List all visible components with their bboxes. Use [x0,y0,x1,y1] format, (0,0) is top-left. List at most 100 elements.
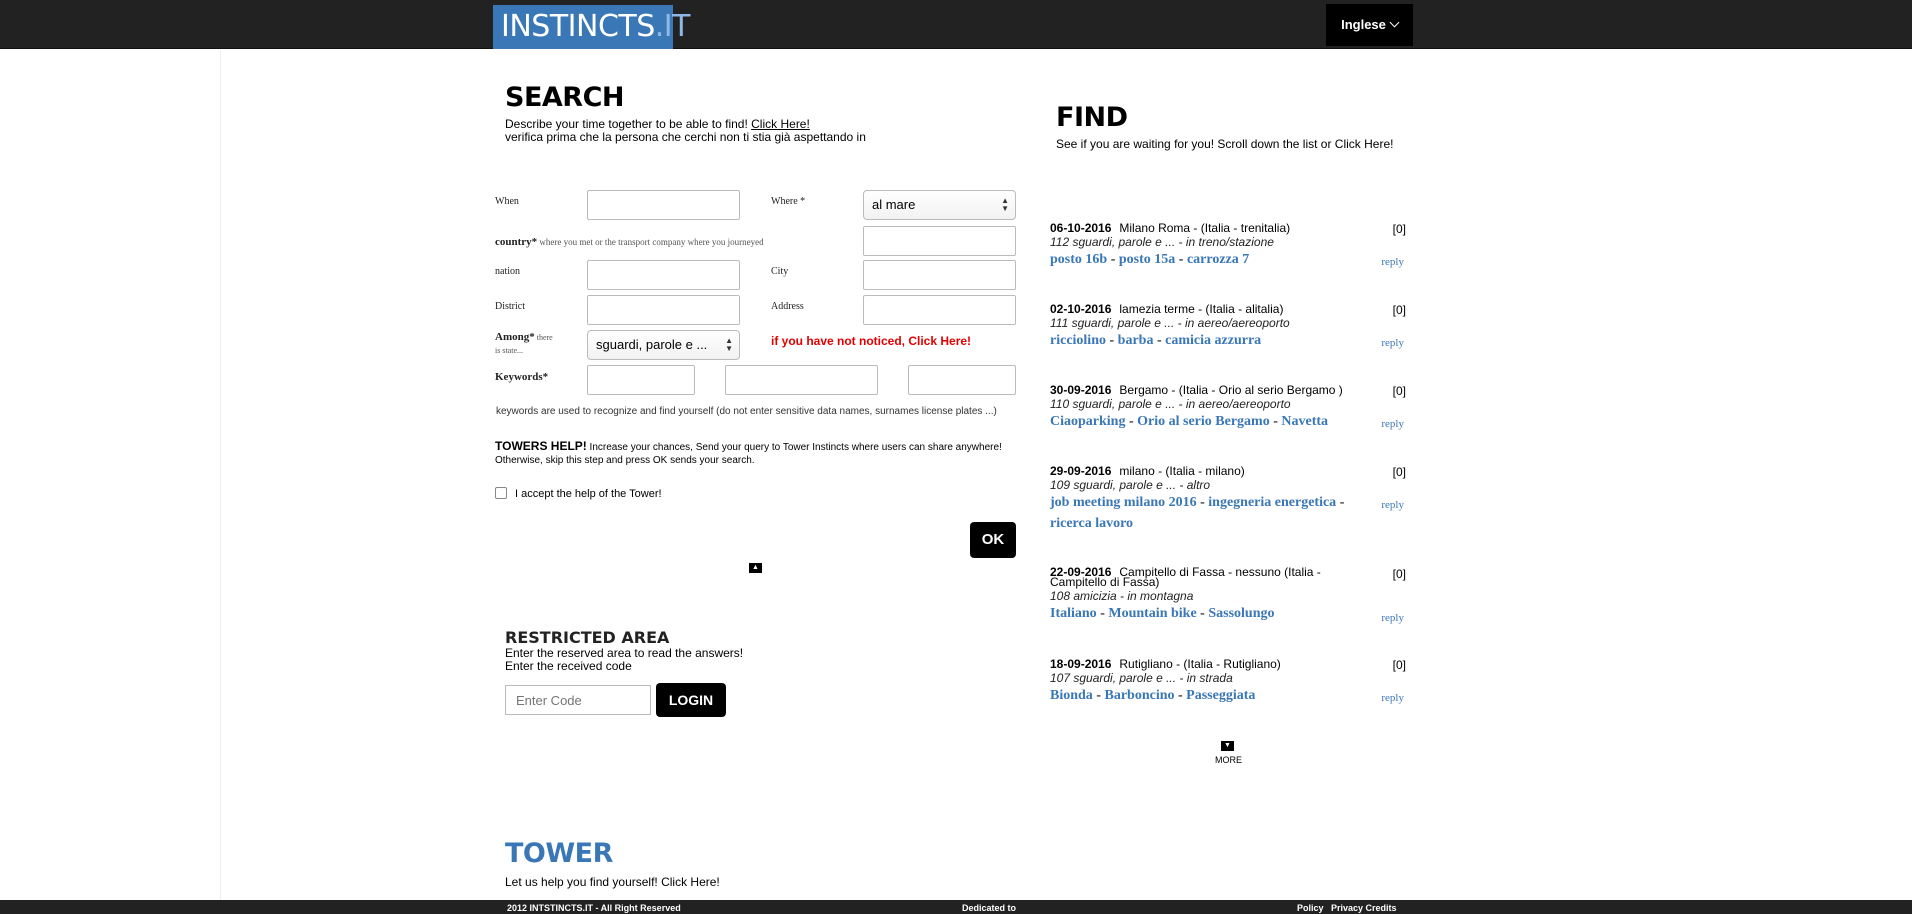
entry-date: 02-10-2016 [1050,302,1112,316]
list-item[interactable]: 18-09-2016 Rutigliano - (Italia - Rutigli… [1050,658,1406,706]
entry-heading: 02-10-2016 lamezia terme - (Italia - alit… [1050,303,1350,316]
accept-tower-label[interactable]: I accept the help of the Tower! [515,488,662,500]
country-label-text: country* [495,236,538,248]
city-label: City [771,266,789,277]
page-edge-left [220,50,221,900]
entry-keyword[interactable]: Bionda [1050,688,1093,703]
entry-keyword[interactable]: barba [1118,333,1154,348]
search-description-2: verifica prima che la persona che cerchi… [505,130,866,144]
tower-help-text-2: Otherwise, skip this step and press OK s… [495,455,755,466]
when-input[interactable] [587,190,740,220]
reply-link[interactable]: reply [1381,692,1404,704]
footer-dedicated-link[interactable]: Dedicated to [962,903,1016,913]
country-input[interactable] [863,226,1016,256]
entry-date: 30-09-2016 [1050,383,1112,397]
footer: 2012 INTSTINCTS.IT - All Right Reserved … [0,900,1912,914]
footer-privacy-link[interactable]: Privacy Credits [1331,903,1397,913]
entry-heading: 22-09-2016 Campitello di Fassa - nessuno … [1050,566,1350,588]
entry-keyword[interactable]: Passeggiata [1186,688,1255,703]
entry-place: Bergamo - (Italia - Orio al serio Bergam… [1119,383,1343,397]
entry-heading: 29-09-2016 milano - (Italia - milano) [1050,465,1350,478]
country-label: country* where you met or the transport … [495,236,764,248]
entry-keyword[interactable]: Sassolungo [1208,606,1274,621]
entry-keyword[interactable]: Italiano [1050,606,1097,621]
entry-place: Rutigliano - (Italia - Rutigliano) [1119,657,1281,671]
entry-count: [0] [1392,222,1406,236]
list-item[interactable]: 22-09-2016 Campitello di Fassa - nessuno … [1050,566,1406,624]
entry-heading: 18-09-2016 Rutigliano - (Italia - Rutigli… [1050,658,1350,671]
city-input[interactable] [863,260,1016,290]
tower-help: TOWERS HELP! Increase your chances, Send… [495,440,1015,467]
nation-input[interactable] [587,260,740,290]
address-label: Address [771,301,804,312]
search-title: SEARCH [505,82,625,113]
entry-keyword[interactable]: ricerca lavoro [1050,516,1133,531]
entry-keyword[interactable]: carrozza 7 [1187,252,1249,267]
tower-help-text: Increase your chances, Send your query t… [586,442,1002,453]
entry-date: 18-09-2016 [1050,657,1112,671]
language-label: Inglese [1341,17,1386,32]
entry-keyword[interactable]: Barboncino [1104,688,1174,703]
reply-link[interactable]: reply [1381,418,1404,430]
list-item[interactable]: 02-10-2016 lamezia terme - (Italia - alit… [1050,303,1406,351]
keywords-note: keywords are used to recognize and find … [496,406,997,417]
reply-link[interactable]: reply [1381,337,1404,349]
entry-desc: 108 amicizia - in montagna [1050,589,1194,603]
where-select[interactable]: al mare ▲ ▼ [863,190,1016,220]
entry-keyword[interactable]: Ciaoparking [1050,414,1125,429]
keyword-input-3[interactable] [908,365,1016,395]
logo-main: INSTINCTS [501,9,655,44]
scroll-up-icon[interactable]: ▲ [749,563,762,573]
login-button[interactable]: LOGIN [656,683,726,717]
reply-link[interactable]: reply [1381,499,1404,511]
accept-tower-checkbox[interactable] [495,487,507,499]
more-link[interactable]: MORE [1215,755,1242,765]
entry-keyword[interactable]: Navetta [1281,414,1328,429]
restricted-line-2: Enter the received code [505,659,632,673]
find-subtitle: See if you are waiting for you! Scroll d… [1056,137,1394,151]
logo-suffix: .IT [654,9,691,44]
entry-count: [0] [1392,567,1406,581]
tower-help-title: TOWERS HELP! [495,439,587,453]
address-input[interactable] [863,295,1016,325]
district-label: District [495,301,525,312]
footer-copyright: 2012 INTSTINCTS.IT - All Right Reserved [507,903,681,913]
reply-link[interactable]: reply [1381,612,1404,624]
entry-keyword[interactable]: Mountain bike [1108,606,1196,621]
among-value: sguardi, parole e ... [596,337,708,352]
entry-keyword[interactable]: posto 16b [1050,252,1107,267]
entry-heading: 30-09-2016 Bergamo - (Italia - Orio al se… [1050,384,1350,397]
not-noticed-link[interactable]: if you have not noticed, Click Here! [771,334,971,348]
district-input[interactable] [587,295,740,325]
entry-keyword[interactable]: camicia azzurra [1165,333,1261,348]
where-value: al mare [872,197,916,212]
search-description: Describe your time together to be able t… [505,117,810,131]
among-select[interactable]: sguardi, parole e ... ▲ ▼ [587,330,740,360]
entry-date: 29-09-2016 [1050,464,1112,478]
list-item[interactable]: 06-10-2016 Milano Roma - (Italia - trenit… [1050,222,1406,270]
find-title: FIND [1056,102,1128,133]
tower-subtitle-link[interactable]: Let us help you find yourself! Click Her… [505,875,720,889]
language-selector[interactable]: Inglese [1326,4,1413,46]
entry-keyword[interactable]: Orio al serio Bergamo [1137,414,1270,429]
search-click-here-link[interactable]: Click Here! [751,117,810,131]
entry-desc: 109 sguardi, parole e ... - altro [1050,478,1211,492]
ok-button[interactable]: OK [970,522,1016,558]
entry-keyword[interactable]: posto 15a [1119,252,1175,267]
keyword-input-1[interactable] [587,365,695,395]
entry-count: [0] [1392,465,1406,479]
entry-keyword[interactable]: ingegneria energetica [1208,495,1336,510]
updown-arrow-icon: ▲ ▼ [1001,196,1009,213]
code-input[interactable] [505,685,651,715]
list-item[interactable]: 29-09-2016 milano - (Italia - milano) [0]… [1050,465,1406,534]
entry-keyword[interactable]: ricciolino [1050,333,1106,348]
keyword-input-2[interactable] [725,365,878,395]
site-logo[interactable]: INSTINCTS.IT [493,5,690,49]
footer-policy-link[interactable]: Policy [1297,903,1324,913]
list-item[interactable]: 30-09-2016 Bergamo - (Italia - Orio al se… [1050,384,1406,432]
entry-desc: 112 sguardi, parole e ... - in treno/sta… [1050,235,1274,249]
entry-keyword[interactable]: job meeting milano 2016 [1050,495,1197,510]
reply-link[interactable]: reply [1381,256,1404,268]
entry-keywords: Ciaoparking - Orio al serio Bergamo - Na… [1050,414,1329,429]
more-arrow-icon[interactable]: ▼ [1221,741,1234,751]
